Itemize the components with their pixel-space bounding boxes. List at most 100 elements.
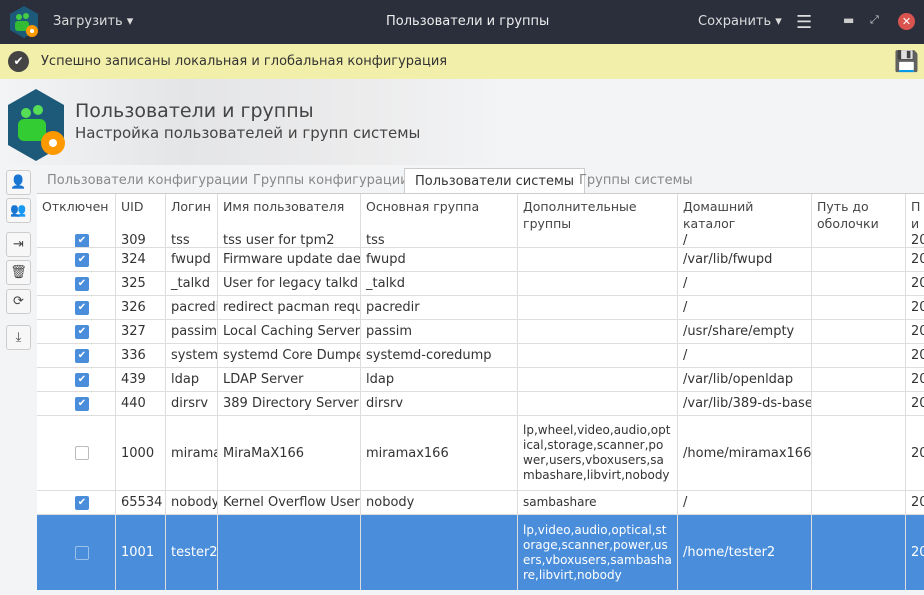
name-cell: Local Caching Server (218, 320, 361, 343)
name-cell: redirect pacman requests (218, 296, 361, 319)
shell-cell (812, 491, 906, 514)
tab-config-groups[interactable]: Группы конфигурации (253, 168, 409, 193)
column-header[interactable]: Логин (166, 194, 218, 234)
group-cell: nobody (361, 491, 518, 514)
tab-system-groups[interactable]: Группы системы (579, 168, 693, 193)
login-cell: pacredir (166, 296, 218, 319)
table-row[interactable]: ✔325_talkdUser for legacy talkd server_t… (37, 272, 924, 296)
disabled-checkbox[interactable] (75, 545, 89, 560)
column-header[interactable]: Домашний каталог (678, 194, 812, 234)
login-cell: tester2 (166, 515, 218, 590)
disabled-checkbox[interactable]: ✔ (75, 372, 89, 387)
users-groups-logo-icon (8, 89, 65, 161)
disabled-checkbox[interactable]: ✔ (75, 495, 89, 510)
table-row[interactable]: ✔ 65534 nobody Kernel Overflow User nobody sa… (37, 491, 924, 515)
disabled-cell: ✔ (37, 296, 116, 319)
close-icon[interactable]: ✕ (898, 13, 915, 30)
last-cell: 20 (906, 515, 924, 590)
name-cell: tss user for tpm2 (218, 234, 361, 247)
name-cell: User for legacy talkd server (218, 272, 361, 295)
title-bar: Загрузить ▾ Пользователи и группы Сохран… (0, 0, 924, 44)
column-header[interactable]: Дополнительные группы (518, 194, 678, 234)
disabled-cell: ✔ (37, 344, 116, 367)
table-row[interactable]: ✔336systemd-coredumpsystemd Core Dumpers… (37, 344, 924, 368)
disabled-checkbox[interactable]: ✔ (75, 276, 89, 291)
name-cell (218, 515, 361, 590)
download-button[interactable]: ⤓ (6, 325, 31, 350)
column-header[interactable]: Основная группа (361, 194, 518, 234)
uid-cell: 309 (116, 234, 166, 247)
last-cell: 20 (906, 392, 924, 415)
disabled-checkbox[interactable]: ✔ (75, 348, 89, 363)
success-check-icon: ✔ (8, 51, 29, 72)
refresh-button[interactable]: ⟳ (6, 289, 31, 314)
disabled-checkbox[interactable]: ✔ (75, 234, 89, 247)
disabled-checkbox[interactable] (75, 446, 89, 460)
disabled-checkbox[interactable]: ✔ (75, 324, 89, 339)
home-cell: / (678, 296, 812, 319)
login-cell: passim (166, 320, 218, 343)
extra-cell (518, 248, 678, 271)
shell-cell (812, 416, 906, 490)
last-cell: 20 (906, 491, 924, 514)
uid-cell: 325 (116, 272, 166, 295)
column-header[interactable]: П и (906, 194, 924, 234)
home-cell: /home/miramax166 (678, 416, 812, 490)
uid-cell: 439 (116, 368, 166, 391)
disabled-checkbox[interactable]: ✔ (75, 300, 89, 315)
group-cell: ldap (361, 368, 518, 391)
login-button[interactable]: ⇥ (6, 232, 31, 257)
shell-cell (812, 392, 906, 415)
uid-cell: 65534 (116, 491, 166, 514)
save-menu-button[interactable]: Сохранить ▾ (698, 14, 782, 29)
table-row[interactable]: ✔ 327 passim Local Caching Server passim/usr… (37, 320, 924, 344)
hamburger-menu-icon[interactable]: ☰ (796, 12, 812, 33)
load-menu-button[interactable]: Загрузить ▾ (53, 14, 133, 29)
group-cell: fwupd (361, 248, 518, 271)
shell-cell (812, 234, 906, 247)
tab-system-users[interactable]: Пользователи системы (404, 168, 586, 193)
minimize-icon[interactable]: ▬ (843, 13, 854, 27)
last-cell: 20 (906, 368, 924, 391)
name-cell: systemd Core Dumper (218, 344, 361, 367)
extra-cell: sambashare (518, 491, 678, 514)
table-row[interactable]: ✔324fwupdFirmware update daemonfwupd/var… (37, 248, 924, 272)
column-header[interactable]: UID (116, 194, 166, 234)
shell-cell (812, 248, 906, 271)
page-header: Пользователи и группы Настройка пользова… (0, 79, 924, 165)
groups-button[interactable]: 👥 (6, 198, 31, 223)
shell-cell (812, 344, 906, 367)
table-row[interactable]: ✔309tsstss user for tpm2tss/20 (37, 234, 924, 248)
extra-cell (518, 320, 678, 343)
group-cell: _talkd (361, 272, 518, 295)
login-cell: _talkd (166, 272, 218, 295)
shell-cell (812, 320, 906, 343)
home-cell: /var/lib/389-ds-base (678, 392, 812, 415)
maximize-icon[interactable]: ⤢ (870, 13, 879, 27)
table-row[interactable]: ✔ 439 ldap LDAP Server ldap/var/lib/openldap… (37, 368, 924, 392)
column-header[interactable]: Имя пользователя (218, 194, 361, 234)
table-row[interactable]: ✔ 440 dirsrv 389 Directory Server dirsrv/var… (37, 392, 924, 416)
uid-cell: 327 (116, 320, 166, 343)
last-cell: 20 (906, 272, 924, 295)
table-row[interactable]: 1001 tester2 lp,video,audio,optical,storag… (37, 515, 924, 590)
disabled-cell: ✔ (37, 234, 116, 247)
home-cell: /home/tester2 (678, 515, 812, 590)
home-cell: / (678, 234, 812, 247)
column-header[interactable]: Отключен (37, 194, 116, 234)
shell-cell (812, 368, 906, 391)
group-cell (361, 515, 518, 590)
disabled-checkbox[interactable]: ✔ (75, 252, 89, 267)
tab-config-users[interactable]: Пользователи конфигурации (47, 168, 248, 193)
column-header[interactable]: Путь до оболочки (812, 194, 906, 234)
extra-cell (518, 344, 678, 367)
table-row[interactable]: ✔326pacredirredirect pacman requestspacr… (37, 296, 924, 320)
delete-button[interactable]: 🗑 (6, 260, 31, 285)
home-cell: / (678, 491, 812, 514)
users-table: Отключен UID Логин Имя пользователя Основная… (37, 193, 924, 590)
disabled-checkbox[interactable]: ✔ (75, 396, 89, 411)
user-settings-button[interactable]: 👤 (6, 170, 31, 195)
table-row[interactable]: 1000miramax166MiraMaX166miramax166lp,whe… (37, 416, 924, 491)
save-config-icon[interactable]: 💾 (894, 49, 919, 73)
window-title: Пользователи и группы (386, 14, 550, 29)
